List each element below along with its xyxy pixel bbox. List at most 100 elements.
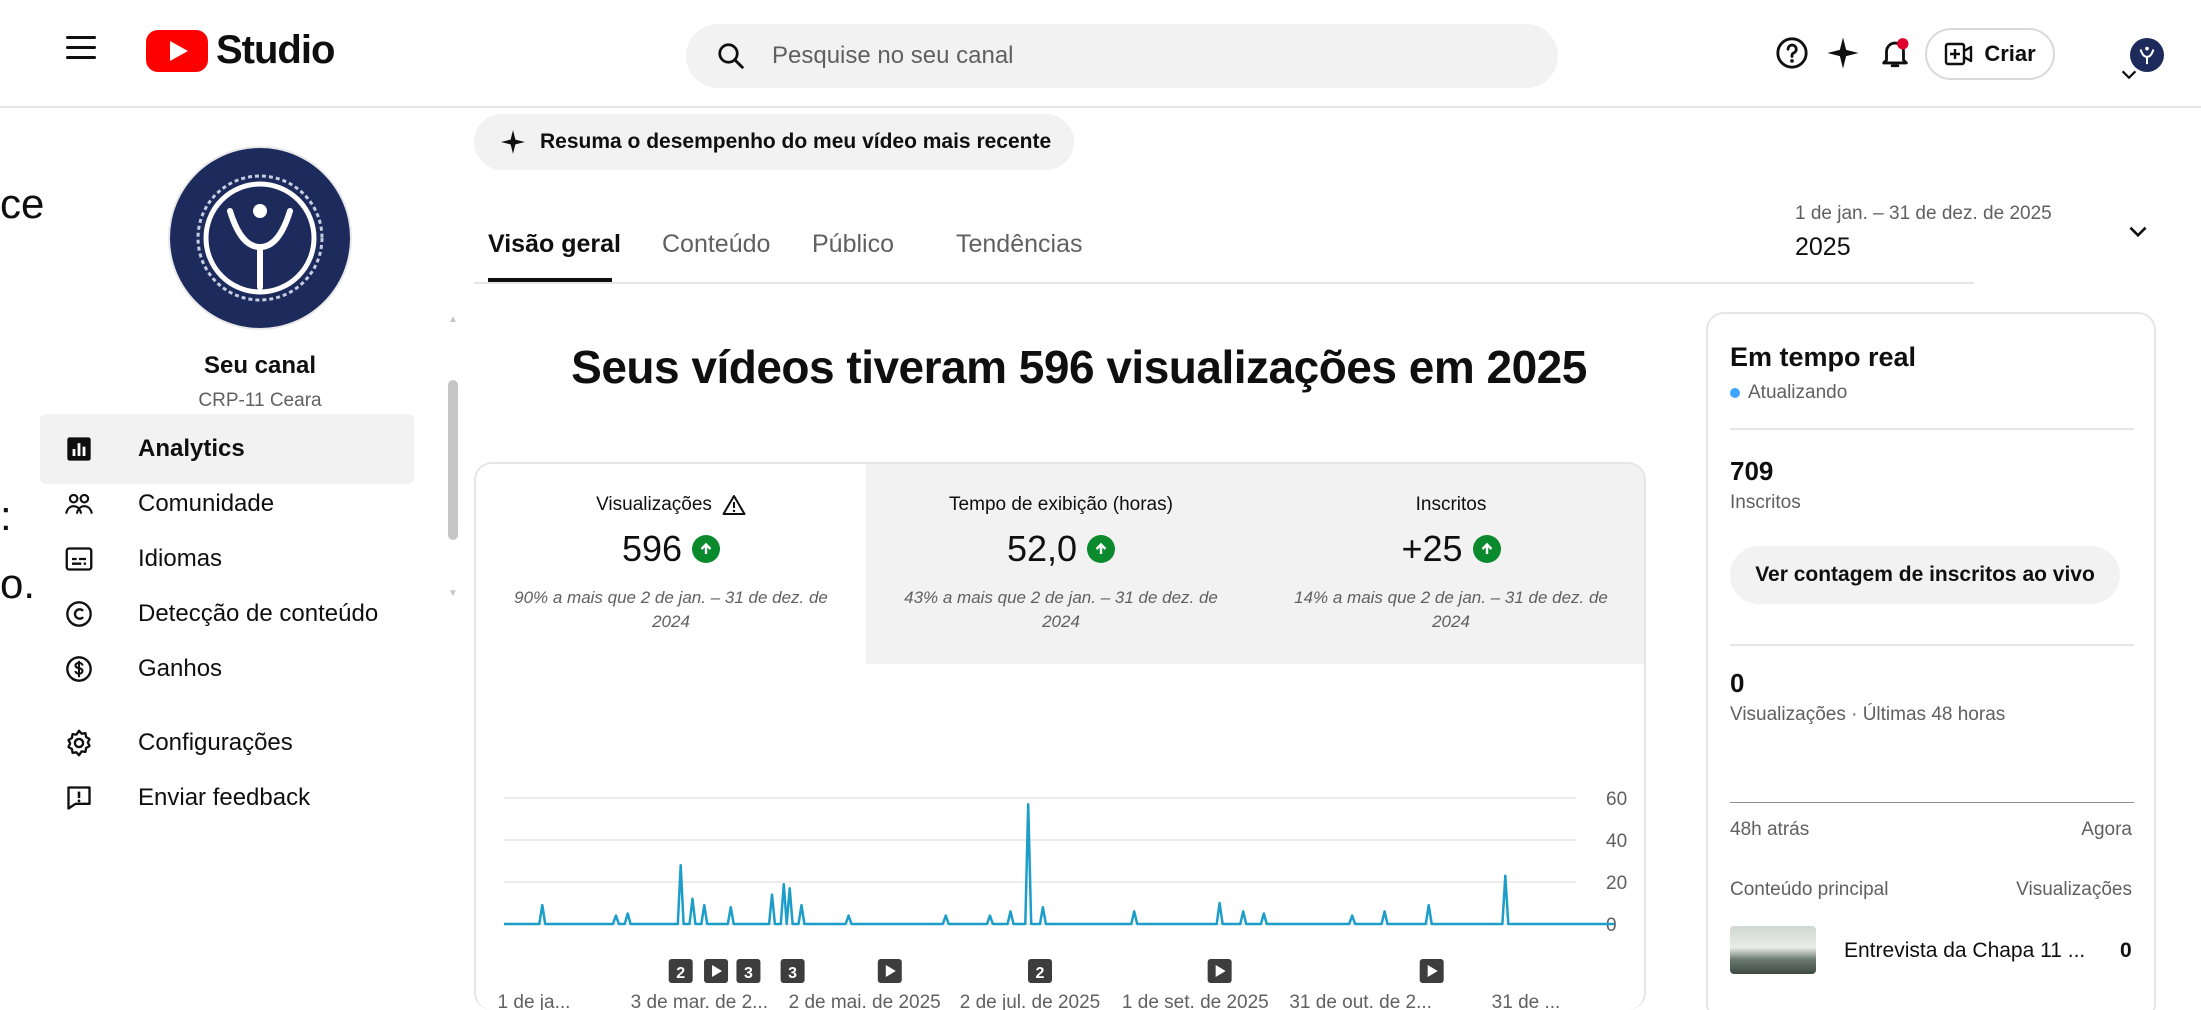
y-tick-label: 0 <box>1606 915 1617 936</box>
create-label: Criar <box>1984 41 2036 66</box>
video-thumbnail[interactable] <box>1730 926 1816 974</box>
metric-tab-views[interactable]: Visualizações 596 90% a mais que 2 de ja… <box>476 464 866 664</box>
realtime-views-label: Visualizações · Últimas 48 horas <box>1730 704 2006 725</box>
x-tick-label: 2 de jul. de 2025 <box>960 992 1101 1010</box>
metric-label: Inscritos <box>1415 494 1487 515</box>
live-subscriber-count-button[interactable]: Ver contagem de inscritos ao vivo <box>1730 546 2120 604</box>
channel-logo-icon <box>196 174 324 302</box>
divider <box>1730 428 2134 430</box>
channel-logo-icon <box>2139 46 2155 65</box>
sidebar: Seu canal CRP-11 Ceara Analytics Comunid… <box>40 108 458 1010</box>
warning-icon[interactable] <box>722 494 746 516</box>
date-range-picker[interactable]: 1 de jan. – 31 de dez. de 2025 2025 <box>1795 195 2175 275</box>
realtime-views: 0 <box>1730 668 1745 698</box>
y-tick-label: 40 <box>1606 831 1627 852</box>
analytics-icon <box>62 432 96 466</box>
channel-name: CRP-11 Ceara <box>198 390 322 411</box>
channel-title[interactable]: Seu canal <box>40 352 480 380</box>
y-tick-label: 20 <box>1606 873 1627 894</box>
sidebar-item-label: Ganhos <box>138 655 223 682</box>
x-tick-label: 31 de out. de 2... <box>1289 992 1432 1010</box>
metric-tab-subscribers[interactable]: Inscritos +25 14% a mais que 2 de jan. –… <box>1256 464 1644 664</box>
page-title: Seus vídeos tiveram 596 visualizações em… <box>571 341 1587 393</box>
series-line <box>504 803 1615 926</box>
edge-fragment: o. <box>0 560 36 607</box>
sidebar-item-label: Configurações <box>138 729 293 756</box>
scroll-up-arrow[interactable]: ▲ <box>448 314 458 325</box>
views-column-header: Visualizações <box>2016 879 2132 900</box>
edge-fragment: : <box>0 492 12 539</box>
sidebar-item-earn[interactable]: Ganhos <box>40 634 414 704</box>
arrow-up-icon <box>692 535 721 563</box>
chevron-down-icon[interactable] <box>2118 64 2140 86</box>
create-button[interactable]: Criar <box>1925 28 2055 80</box>
metric-comparison: 90% a mais que 2 de jan. – 31 de dez. de… <box>514 588 828 631</box>
metric-label: Tempo de exibição (horas) <box>949 494 1173 515</box>
live-dot-icon <box>1730 388 1740 398</box>
metric-value: +25 <box>1401 528 1463 569</box>
realtime-chart-baseline <box>1730 802 2134 803</box>
top-content-header: Conteúdo principal <box>1730 879 1889 900</box>
active-tab-indicator <box>488 278 612 282</box>
y-tick-label: 60 <box>1606 789 1627 810</box>
video-add-icon <box>1945 42 1973 66</box>
help-icon[interactable] <box>1775 36 1809 70</box>
channel-avatar[interactable] <box>170 148 350 328</box>
arrow-up-icon <box>1087 535 1116 563</box>
x-tick-label: 1 de ja... <box>498 992 571 1010</box>
sparkle-icon[interactable] <box>1826 36 1860 70</box>
menu-icon[interactable] <box>66 36 96 60</box>
top-video-views: 0 <box>2120 939 2132 962</box>
subscriber-count: 709 <box>1730 456 1774 486</box>
youtube-logo-icon <box>146 29 208 72</box>
tab-audience[interactable]: Público <box>812 230 894 259</box>
ai-summary-chip[interactable]: Resuma o desempenho do meu vídeo mais re… <box>474 114 1074 170</box>
video-marker-count: 3 <box>788 965 797 982</box>
ai-chip-label: Resuma o desempenho do meu vídeo mais re… <box>540 130 1052 153</box>
video-marker-count: 2 <box>1036 965 1045 982</box>
realtime-status-text: Atualizando <box>1748 382 1848 403</box>
tab-trends[interactable]: Tendências <box>956 230 1082 259</box>
tab-content[interactable]: Conteúdo <box>662 230 770 259</box>
metric-value-row: 596 <box>476 528 866 570</box>
scroll-down-arrow[interactable]: ▼ <box>448 588 458 599</box>
arrow-up-icon <box>1472 535 1501 563</box>
metric-comparison: 14% a mais que 2 de jan. – 31 de dez. de… <box>1294 588 1608 631</box>
metric-value: 596 <box>621 528 683 569</box>
feedback-icon <box>62 781 96 815</box>
tab-overview[interactable]: Visão geral <box>488 230 621 259</box>
metrics-chart-card: Visualizações 596 90% a mais que 2 de ja… <box>474 462 1646 1010</box>
notifications-icon[interactable] <box>1878 36 1912 70</box>
realtime-axis-start: 48h atrás <box>1730 819 1810 840</box>
top-video-title[interactable]: Entrevista da Chapa 11 ... <box>1844 939 2085 963</box>
sidebar-item-label: Analytics <box>138 435 245 462</box>
sidebar-scrollbar[interactable] <box>448 380 458 540</box>
metric-comparison: 43% a mais que 2 de jan. – 31 de dez. de… <box>904 588 1218 631</box>
metric-tab-watch-time[interactable]: Tempo de exibição (horas) 52,0 43% a mai… <box>866 464 1256 664</box>
subtitles-icon <box>62 542 96 576</box>
metric-value: 52,0 <box>1006 528 1078 569</box>
community-icon <box>62 487 96 521</box>
logo-text: Studio <box>216 28 335 72</box>
x-tick-label: 2 de mai. de 2025 <box>789 992 941 1010</box>
views-line-chart[interactable]: 0 20 40 60 2 3 3 2 1 de ja... 3 de mar. de 2... 2 … <box>476 664 1646 1010</box>
date-range-text: 1 de jan. – 31 de dez. de 2025 <box>1795 203 2052 224</box>
date-range-label: 2025 <box>1795 233 1851 261</box>
sidebar-item-feedback[interactable]: Enviar feedback <box>40 763 414 833</box>
divider <box>1730 644 2134 646</box>
sidebar-item-label: Idiomas <box>138 545 223 572</box>
studio-logo[interactable]: Studio <box>146 28 335 73</box>
search-input[interactable] <box>772 42 1532 70</box>
sidebar-item-label: Enviar feedback <box>138 784 311 811</box>
search-bar[interactable] <box>686 24 1558 88</box>
video-marker-count: 2 <box>676 965 685 982</box>
copyright-icon <box>62 597 96 631</box>
sidebar-item-label: Detecção de conteúdo <box>138 600 379 627</box>
video-marker-count: 3 <box>744 965 753 982</box>
realtime-title: Em tempo real <box>1730 342 1917 372</box>
top-bar: Studio Criar <box>0 0 2201 108</box>
realtime-card: Em tempo real Atualizando 709 Inscritos … <box>1706 312 2156 1010</box>
earn-icon <box>62 652 96 686</box>
metric-label: Visualizações <box>596 494 712 515</box>
search-icon[interactable] <box>716 41 746 71</box>
